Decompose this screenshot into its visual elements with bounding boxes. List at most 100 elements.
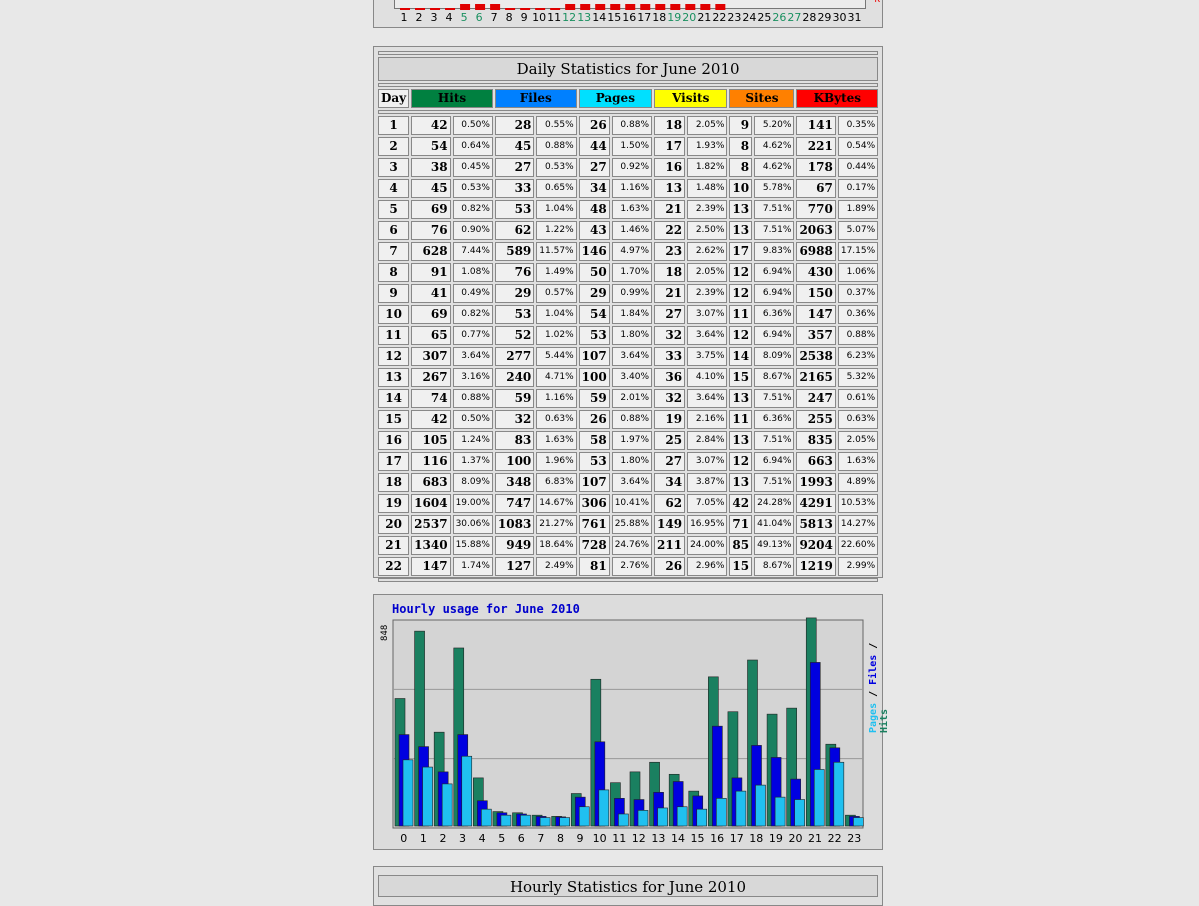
percent-cell: 0.99% [611,284,653,303]
kbytes-bar [505,8,516,10]
header-visits: Visits [654,89,728,108]
value-cell: 11 [729,410,753,429]
bar-pages [716,798,727,827]
daily-row: 17 116 1.37% 100 1.96% 53 1.80% 27 3.07% 12 6.94% 6… [378,452,879,471]
header-kbytes: KBytes [796,89,879,108]
day-label: 25 [757,11,772,24]
day-label: 19 [667,11,682,24]
daily-row: 22 147 1.74% 127 2.49% 81 2.76% 26 2.96% 15 8.67% 1… [378,557,879,576]
percent-cell: 16.95% [687,515,728,534]
value-cell: 9204 [796,536,836,555]
percent-cell: 6.94% [754,284,795,303]
day-cell: 14 [378,389,410,408]
bar-pages [735,790,747,827]
percent-cell: 8.09% [754,347,795,366]
value-cell: 6988 [796,242,836,261]
bar-pages [578,806,590,827]
percent-cell: 9.83% [754,242,795,261]
daily-table-body: 1 42 0.50% 28 0.55% 26 0.88% 18 2.05% 9 5.20% 141 0.… [378,116,879,576]
daily-row: 13 267 3.16% 240 4.71% 100 3.40% 36 4.10% 15 8.67%… [378,368,879,387]
value-cell: 127 [494,557,535,576]
hour-tick-label: 8 [557,832,564,845]
percent-cell: 1.16% [536,389,577,408]
kbytes-bar [655,4,666,10]
percent-cell: 3.64% [687,389,728,408]
value-cell: 59 [494,389,535,408]
value-cell: 2538 [796,347,836,366]
percent-cell: 5.32% [837,368,879,387]
value-cell: 178 [796,158,836,177]
day-label: 10 [532,11,547,24]
percent-cell: 14.67% [536,494,577,513]
day-label: 2 [415,11,423,24]
hour-tick-label: 15 [691,832,705,845]
value-cell: 628 [411,242,451,261]
value-cell: 33 [654,347,686,366]
percent-cell: 25.88% [611,515,653,534]
day-label: 30 [832,11,847,24]
day-label: 7 [490,11,498,24]
hour-tick-label: 10 [593,832,607,845]
percent-cell: 1.63% [536,431,577,450]
daily-row: 10 69 0.82% 53 1.04% 54 1.84% 27 3.07% 11 6.36% 147… [378,305,879,324]
hour-tick-label: 22 [828,832,842,845]
value-cell: 25 [654,431,686,450]
hour-tick-label: 3 [459,832,466,845]
value-cell: 307 [411,347,451,366]
percent-cell: 3.16% [452,368,493,387]
percent-cell: 5.07% [837,221,879,240]
percent-cell: 2.84% [687,431,728,450]
value-cell: 53 [494,305,535,324]
legend-sep-1: / [868,684,879,703]
kbytes-bar [460,4,471,10]
percent-cell: 0.37% [837,284,879,303]
value-cell: 18 [654,116,686,135]
value-cell: 17 [729,242,753,261]
hourly-stats-title: Hourly Statistics for June 2010 [378,875,878,897]
day-label: 9 [520,11,528,24]
percent-cell: 4.62% [754,158,795,177]
hour-tick-label: 17 [730,832,744,845]
percent-cell: 6.94% [754,452,795,471]
percent-cell: 0.36% [837,305,879,324]
percent-cell: 0.77% [452,326,493,345]
percent-cell: 0.63% [536,410,577,429]
percent-cell: 1.24% [452,431,493,450]
kbytes-bar [490,4,501,10]
kbytes-bar [670,4,681,10]
value-cell: 36 [654,368,686,387]
day-cell: 11 [378,326,410,345]
percent-cell: 2.99% [837,557,879,576]
bar-pages [618,813,629,827]
percent-cell: 0.50% [452,116,493,135]
percent-cell: 7.51% [754,221,795,240]
percent-cell: 1.89% [837,200,879,219]
percent-cell: 1.70% [611,263,653,282]
percent-cell: 7.51% [754,431,795,450]
value-cell: 1993 [796,473,836,492]
percent-cell: 49.13% [754,536,795,555]
daily-row: 19 1604 19.00% 747 14.67% 306 10.41% 62 7.05% 42 2… [378,494,879,513]
value-cell: 18 [654,263,686,282]
hour-tick-label: 23 [847,832,861,845]
value-cell: 105 [411,431,451,450]
percent-cell: 2.96% [687,557,728,576]
day-cell: 3 [378,158,410,177]
hour-tick-label: 5 [498,832,505,845]
day-label: 6 [475,11,483,24]
percent-cell: 1.37% [452,452,493,471]
daily-row: 21 1340 15.88% 949 18.64% 728 24.76% 211 24.00% 8… [378,536,879,555]
monthly-chart-partial: 1 2 3 4 5 6 7 8 9 10 11 12 13 14 15 16 17 18 19 20 21 22 23 24 2… [373,0,883,28]
percent-cell: 0.61% [837,389,879,408]
bar-pages [598,789,610,827]
daily-row: 6 76 0.90% 62 1.22% 43 1.46% 22 2.50% 13 7.51% 2063… [378,221,879,240]
value-cell: 11 [729,305,753,324]
percent-cell: 1.63% [611,200,653,219]
monthly-bars-area [394,0,866,10]
legend-sep-2: / [868,642,879,655]
value-cell: 430 [796,263,836,282]
percent-cell: 3.64% [611,347,653,366]
day-label: 5 [460,11,468,24]
value-cell: 42 [411,410,451,429]
hour-tick-label: 2 [439,832,446,845]
